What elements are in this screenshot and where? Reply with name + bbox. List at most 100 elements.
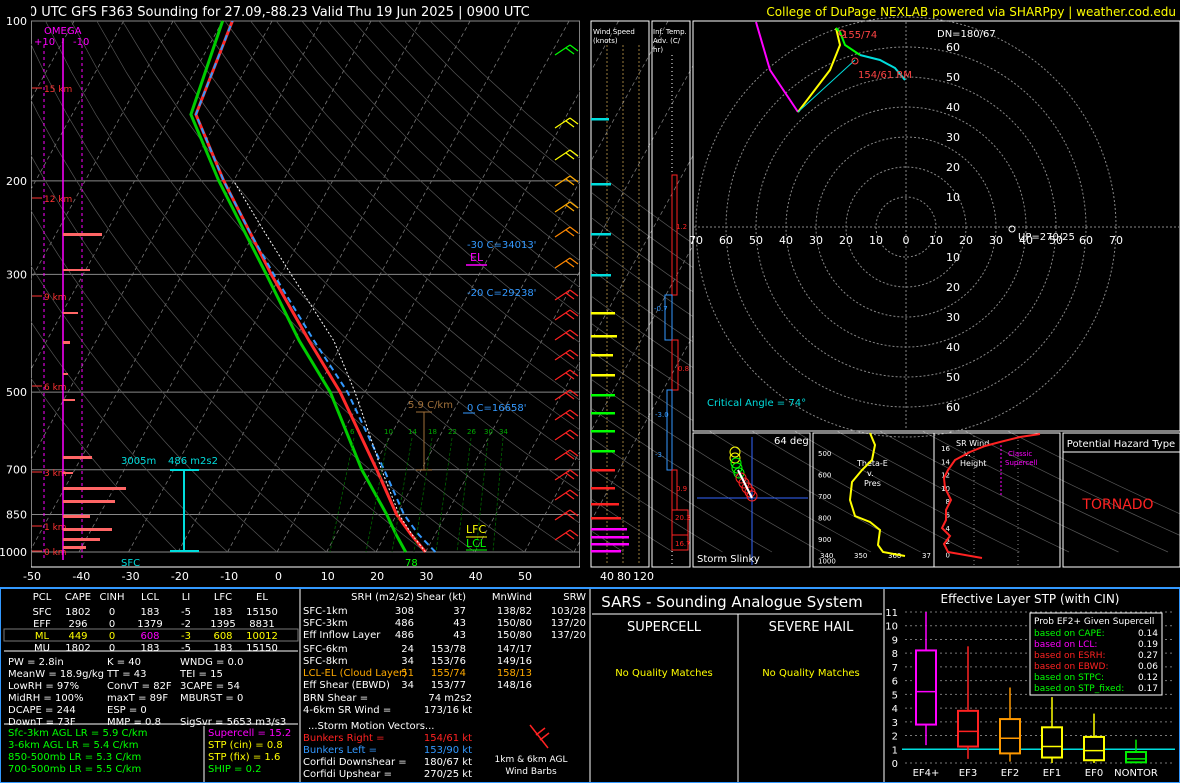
- stp-legend-value: 0.06: [1138, 662, 1158, 672]
- tadv-value-4: -3.0: [655, 411, 669, 419]
- parcel-cell: 1379: [137, 619, 162, 630]
- parcel-header: CINH: [100, 592, 125, 603]
- stp-box: [1041, 726, 1063, 759]
- stp-category-label: EF4+: [913, 768, 940, 779]
- hodo-ring-label: 50: [946, 371, 960, 384]
- kin-cell: 150/80: [497, 630, 532, 641]
- brn-shear-label: BRN Shear =: [303, 693, 368, 704]
- kin-header: SRH (m2/s2): [351, 592, 414, 603]
- parcel-cell: -5: [181, 643, 191, 654]
- parcel-cell: 1802: [65, 643, 90, 654]
- stp-legend-value: 0.17: [1138, 684, 1158, 694]
- srwind-title-3: Height: [960, 459, 986, 468]
- param-cell: STP (fix) = 1.6: [208, 752, 280, 763]
- stp-legend-label: based on EBWD:: [1034, 662, 1109, 672]
- windspeed-unit: (knots): [593, 37, 618, 45]
- lapse-rate-cell: 850-500mb LR = 5.3 C/km: [8, 752, 141, 763]
- kin-cell: 486: [395, 618, 414, 629]
- kin-cell: 103/28: [551, 606, 586, 617]
- stp-category-label: EF3: [959, 768, 977, 779]
- c30-label: -30 C=34013': [467, 240, 536, 251]
- omega-bar: [63, 487, 126, 490]
- thetae-ytick: 500: [818, 450, 831, 458]
- hodo-ring-label: 60: [1079, 234, 1093, 247]
- sars-supercell-msg: No Quality Matches: [615, 668, 713, 679]
- hodo-ring-label: 40: [779, 234, 793, 247]
- parcel-header: LFC: [214, 592, 232, 603]
- index-cell: WNDG = 0.0: [180, 657, 243, 668]
- windspeed-bar: [591, 354, 613, 357]
- windspeed-bar: [591, 183, 611, 186]
- credit-text: College of DuPage NEXLAB powered via SHA…: [766, 5, 1176, 19]
- temp-tick: -40: [72, 570, 90, 583]
- hodo-ring-label: 50: [749, 234, 763, 247]
- stp-box: [999, 718, 1021, 755]
- sfc-dewpoint-label: 78: [405, 558, 418, 569]
- parcel-cell: 183: [140, 643, 159, 654]
- stp-legend-label: based on ESRH:: [1034, 651, 1106, 661]
- tadv-title-1: Inf. Temp.: [653, 28, 687, 36]
- hodo-ring-label: 60: [946, 41, 960, 54]
- page-title: 0600 UTC GFS F363 Sounding for 27.09,-88…: [4, 5, 530, 20]
- omega-bar: [63, 538, 100, 541]
- omega-header: OMEGA: [44, 26, 82, 37]
- hodo-ring-label: 30: [989, 234, 1003, 247]
- temp-tick: -50: [23, 570, 41, 583]
- parcel-cell: 1802: [65, 607, 90, 618]
- kin-row-label: SFC-1km: [303, 606, 348, 617]
- hodo-ring-label: 70: [1109, 234, 1123, 247]
- temp-tick: -10: [220, 570, 238, 583]
- stp-ytick: 2: [892, 732, 898, 743]
- tadv-value-7: 20.3: [675, 514, 691, 522]
- kin-cell: 486: [395, 630, 414, 641]
- thetae-ytick: 900: [818, 536, 831, 544]
- stp-box: [957, 709, 979, 748]
- omega-plus-label: +10: [34, 37, 55, 48]
- lapse-tick-label: 30: [484, 428, 493, 436]
- tadv-title-2: Adv. (C/: [653, 37, 681, 45]
- thetae-title-2: v.: [867, 469, 874, 478]
- storm-motion-label: Bunkers Left =: [303, 745, 377, 756]
- hodo-ring-label: 20: [959, 234, 973, 247]
- stp-ytick: 7: [892, 663, 898, 674]
- index-cell: ConvT = 82F: [107, 681, 172, 692]
- hodo-upshear-label: UP=270/25: [1018, 232, 1075, 243]
- hodo-ring-label: 20: [946, 161, 960, 174]
- kin-row-label: SFC-8km: [303, 656, 348, 667]
- parcel-cell: EFF: [33, 619, 51, 630]
- index-cell: DownT = 73F: [8, 717, 76, 728]
- thetae-xtick: 340: [820, 552, 833, 560]
- windspeed-bar: [591, 469, 615, 472]
- sars-supercell-header: SUPERCELL: [627, 620, 702, 635]
- kin-cell: 308: [395, 606, 414, 617]
- c0-label: 0 C=16658': [467, 403, 526, 414]
- parcel-cell: 183: [213, 607, 232, 618]
- kin-cell: 137/20: [551, 618, 586, 629]
- slinky-deg: 64 deg: [774, 436, 809, 447]
- kin-cell: 153/78: [431, 644, 466, 655]
- omega-bar: [63, 528, 112, 531]
- stp-category-label: NONTOR: [1114, 768, 1158, 779]
- hazard-value: TORNADO: [1081, 497, 1153, 513]
- storm-motion-value: 154/61 kt: [424, 733, 472, 744]
- param-cell: SHIP = 0.2: [208, 764, 262, 775]
- c20-label: -20 C=29238': [467, 288, 536, 299]
- el-label: EL: [470, 251, 484, 264]
- index-cell: MMP = 0.8: [107, 717, 161, 728]
- storm-motion-label: Corfidi Upshear =: [303, 769, 392, 780]
- parcel-cell: 0: [109, 607, 115, 618]
- stp-legend-value: 0.12: [1138, 673, 1158, 683]
- hodo-ring-label: 30: [946, 131, 960, 144]
- lapse-label: 5.9 C/km: [408, 400, 453, 411]
- windspeed-bar: [591, 430, 615, 433]
- stp-legend-value: 0.14: [1138, 629, 1158, 639]
- parcel-cell: 183: [140, 607, 159, 618]
- parcel-header: CAPE: [65, 592, 91, 603]
- sfc-label: SFC: [121, 558, 140, 569]
- brn-shear-value: 74 m2s2: [428, 693, 472, 704]
- temp-tick: 30: [419, 570, 433, 583]
- barbs-label-1: 1km & 6km AGL: [495, 755, 568, 765]
- index-cell: PW = 2.8in: [8, 657, 64, 668]
- pressure-tick: 100: [6, 15, 27, 28]
- kin-cell: 153/76: [431, 656, 466, 667]
